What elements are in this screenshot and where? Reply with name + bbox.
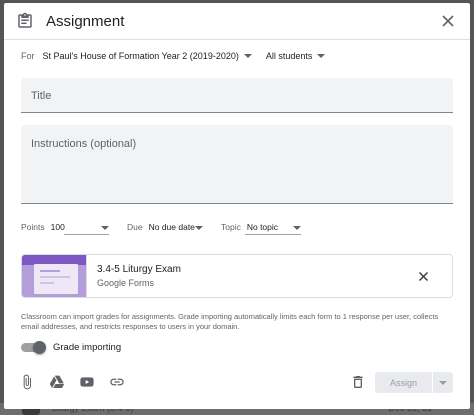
topic-label: Topic (221, 222, 241, 232)
youtube-icon (80, 377, 94, 387)
points-underline (64, 234, 109, 235)
topic-underline (245, 234, 301, 235)
title-placeholder: Title (31, 90, 52, 102)
grade-importing-row: Grade importing (21, 341, 122, 354)
grade-importing-toggle[interactable] (21, 341, 46, 354)
youtube-button[interactable] (78, 373, 96, 391)
dialog-header: Assignment (4, 3, 470, 40)
assignment-dialog: Assignment For St Paul's House of Format… (4, 3, 470, 409)
points-label: Points (21, 222, 45, 232)
drive-icon (49, 375, 65, 388)
dropdown-arrow-icon (317, 54, 326, 58)
dropdown-arrow-icon (101, 226, 109, 230)
dropdown-arrow-icon (195, 226, 203, 230)
assign-button[interactable]: Assign (375, 372, 432, 393)
due-dropdown[interactable]: Due No due date (127, 222, 203, 232)
due-value: No due date (148, 222, 195, 232)
topic-value: No topic (246, 222, 279, 232)
options-row: Points 100 Due No due date Topic No topi… (21, 222, 453, 238)
dropdown-arrow-icon (293, 226, 301, 230)
attachment-name: 3.4-5 Liturgy Exam (97, 264, 181, 275)
points-value: 100 (50, 222, 65, 232)
remove-attachment-button[interactable] (412, 265, 434, 287)
dialog-title: Assignment (46, 12, 125, 30)
close-button[interactable] (438, 11, 458, 31)
grade-import-note: Classroom can import grades for assignme… (21, 312, 439, 331)
due-label: Due (127, 222, 143, 232)
instructions-placeholder: Instructions (optional) (31, 138, 137, 150)
students-dropdown-value: All students (265, 51, 313, 61)
for-row: For St Paul's House of Formation Year 2 … (21, 51, 326, 61)
assign-options-button[interactable] (433, 372, 453, 393)
attachment-type: Google Forms (97, 278, 155, 288)
students-dropdown[interactable]: All students (266, 51, 326, 61)
trash-icon (353, 376, 363, 388)
attach-file-button[interactable] (18, 373, 36, 391)
attachment-card[interactable]: 3.4-5 Liturgy Exam Google Forms (21, 254, 453, 298)
class-dropdown[interactable]: St Paul's House of Formation Year 2 (201… (43, 51, 252, 61)
grade-importing-label: Grade importing (53, 341, 122, 353)
topic-dropdown[interactable]: Topic No topic (221, 222, 301, 235)
delete-button[interactable] (349, 373, 367, 391)
dialog-footer: Assign (16, 370, 458, 394)
points-dropdown[interactable]: Points 100 (21, 222, 109, 235)
add-link-button[interactable] (108, 373, 126, 391)
close-icon (418, 271, 428, 281)
form-thumbnail (22, 255, 87, 297)
assignment-icon (18, 12, 32, 28)
dropdown-arrow-icon (243, 54, 252, 58)
close-icon (442, 15, 454, 27)
for-label: For (21, 51, 35, 61)
google-drive-button[interactable] (48, 373, 66, 391)
paperclip-icon (23, 374, 31, 390)
attachment-meta: 3.4-5 Liturgy Exam Google Forms (97, 264, 412, 288)
link-icon (110, 378, 124, 386)
toggle-knob (33, 341, 46, 354)
class-dropdown-value: St Paul's House of Formation Year 2 (201… (42, 51, 239, 61)
form-thumbnail-card (34, 264, 78, 294)
instructions-field[interactable]: Instructions (optional) (21, 125, 453, 204)
chevron-down-icon (439, 380, 447, 385)
title-field[interactable]: Title (21, 78, 453, 113)
